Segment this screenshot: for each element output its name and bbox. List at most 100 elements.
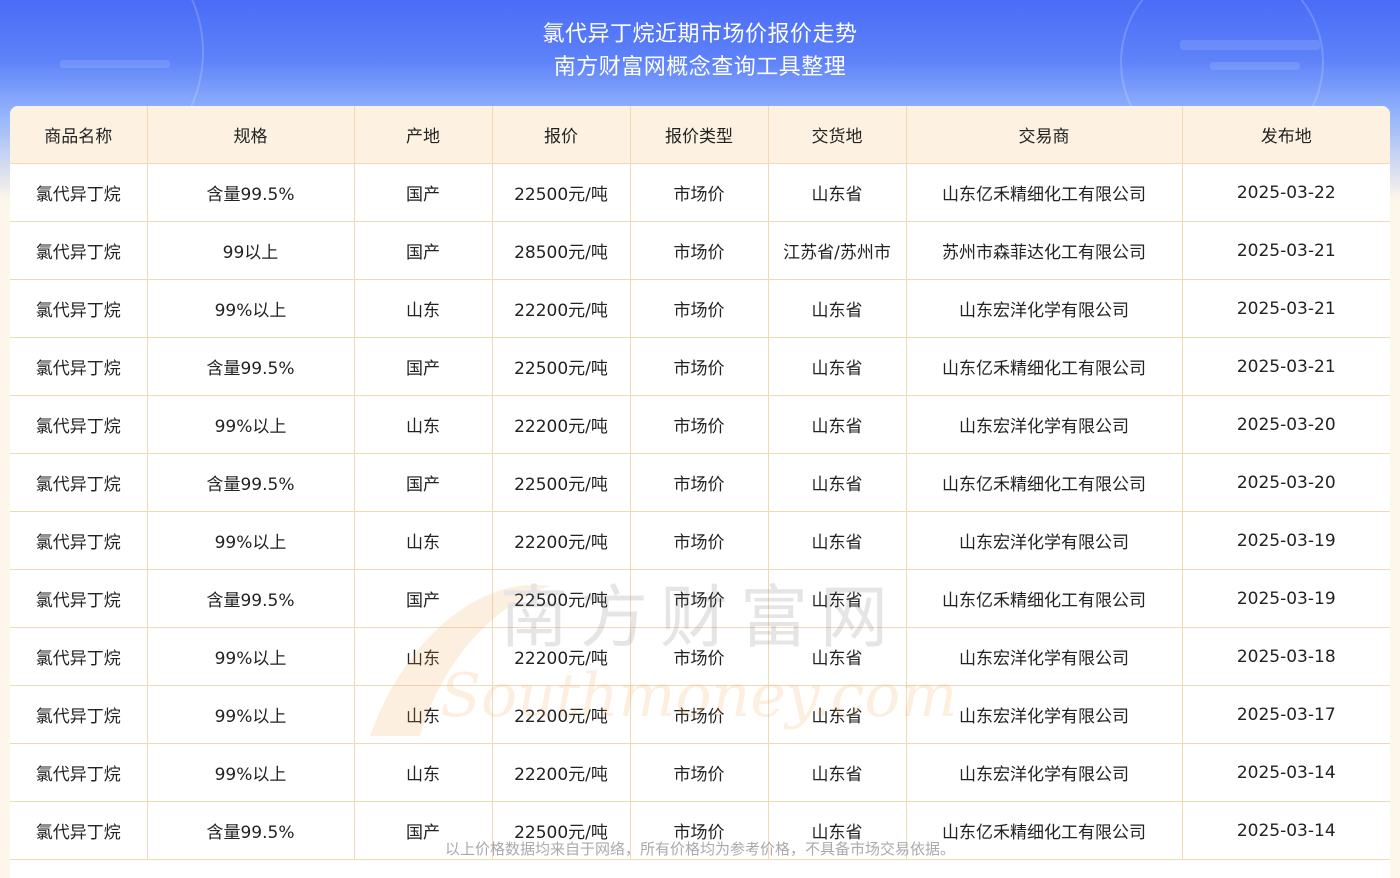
table-cell: 氯代异丁烷 [10,337,148,396]
table-cell: 山东宏洋化学有限公司 [906,511,1183,570]
table-cell: 山东亿禾精细化工有限公司 [906,569,1183,628]
table-cell: 国产 [354,163,493,222]
table-cell: 99%以上 [147,685,355,744]
table-cell: 99%以上 [147,511,355,570]
table-cell: 山东省 [768,743,907,802]
page-title: 氯代异丁烷近期市场价报价走势 [542,22,858,47]
table-cell: 氯代异丁烷 [10,511,148,570]
table-row: 氯代异丁烷 含量99.5% 国产 22500元/吨 市场价 山东省 山东亿禾精细化工有限公司… [10,453,1390,512]
table-cell: 市场价 [630,627,769,686]
table-cell: 市场价 [630,221,769,280]
column-header: 交易商 [906,106,1183,164]
table-cell: 2025-03-19 [1182,511,1390,570]
table-body: 氯代异丁烷 含量99.5% 国产 22500元/吨 市场价 山东省 山东亿禾精细化工有限公司… [10,163,1390,860]
table-cell: 国产 [354,569,493,628]
table-row: 氯代异丁烷 99%以上 山东 22200元/吨 市场价 山东省 山东宏洋化学有限公司 2025… [10,743,1390,802]
table-cell: 22500元/吨 [492,163,631,222]
table-cell: 2025-03-20 [1182,395,1390,454]
table-cell: 22200元/吨 [492,627,631,686]
table-cell: 山东亿禾精细化工有限公司 [906,163,1183,222]
table-cell: 22500元/吨 [492,569,631,628]
column-header: 规格 [147,106,355,164]
table-cell: 苏州市森菲达化工有限公司 [906,221,1183,280]
page-title-block: 氯代异丁烷近期市场价报价走势 南方财富网概念查询工具整理 [0,18,1400,84]
table-cell: 氯代异丁烷 [10,685,148,744]
table-cell: 江苏省/苏州市 [768,221,907,280]
table-cell: 2025-03-21 [1182,279,1390,338]
table-cell: 22200元/吨 [492,685,631,744]
table-cell: 市场价 [630,395,769,454]
table-cell: 山东省 [768,395,907,454]
table-cell: 2025-03-18 [1182,627,1390,686]
table-cell: 山东宏洋化学有限公司 [906,279,1183,338]
table-cell: 山东省 [768,511,907,570]
table-cell: 山东宏洋化学有限公司 [906,395,1183,454]
table-row: 氯代异丁烷 含量99.5% 国产 22500元/吨 市场价 山东省 山东亿禾精细化工有限公司… [10,163,1390,222]
table-row: 氯代异丁烷 99%以上 山东 22200元/吨 市场价 山东省 山东宏洋化学有限公司 2025… [10,395,1390,454]
table-cell: 市场价 [630,163,769,222]
column-header: 产地 [354,106,493,164]
table-cell: 氯代异丁烷 [10,163,148,222]
table-cell: 28500元/吨 [492,221,631,280]
table-cell: 2025-03-21 [1182,337,1390,396]
table-cell: 氯代异丁烷 [10,627,148,686]
table-cell: 市场价 [630,569,769,628]
table-cell: 氯代异丁烷 [10,743,148,802]
column-header: 商品名称 [10,106,148,164]
table-cell: 99%以上 [147,743,355,802]
table-cell: 山东宏洋化学有限公司 [906,685,1183,744]
table-cell: 99%以上 [147,627,355,686]
table-cell: 氯代异丁烷 [10,453,148,512]
table-cell: 山东省 [768,627,907,686]
table-cell: 山东省 [768,163,907,222]
table-header-row: 商品名称 规格 产地 报价 报价类型 交货地 交易商 发布地 [10,106,1390,164]
table-cell: 22200元/吨 [492,511,631,570]
table-cell: 山东宏洋化学有限公司 [906,743,1183,802]
table-cell: 市场价 [630,743,769,802]
column-header: 发布地 [1182,106,1390,164]
table-cell: 山东 [354,685,493,744]
table-cell: 2025-03-14 [1182,743,1390,802]
table-cell: 2025-03-21 [1182,221,1390,280]
table-row: 氯代异丁烷 99%以上 山东 22200元/吨 市场价 山东省 山东宏洋化学有限公司 2025… [10,511,1390,570]
table-cell: 99%以上 [147,395,355,454]
table-cell: 2025-03-17 [1182,685,1390,744]
table-cell: 氯代异丁烷 [10,221,148,280]
table-cell: 山东 [354,395,493,454]
table-cell: 99以上 [147,221,355,280]
table-cell: 山东省 [768,453,907,512]
table-row: 氯代异丁烷 99以上 国产 28500元/吨 市场价 江苏省/苏州市 苏州市森菲达化工有限公… [10,221,1390,280]
table-cell: 2025-03-20 [1182,453,1390,512]
table-cell: 22200元/吨 [492,279,631,338]
table-row: 氯代异丁烷 99%以上 山东 22200元/吨 市场价 山东省 山东宏洋化学有限公司 2025… [10,627,1390,686]
table-cell: 市场价 [630,511,769,570]
table-cell: 市场价 [630,337,769,396]
table-cell: 22500元/吨 [492,453,631,512]
table-cell: 山东宏洋化学有限公司 [906,627,1183,686]
table-cell: 市场价 [630,453,769,512]
table-cell: 含量99.5% [147,337,355,396]
table-cell: 含量99.5% [147,163,355,222]
table-cell: 山东省 [768,279,907,338]
table-cell: 2025-03-22 [1182,163,1390,222]
table-cell: 22500元/吨 [492,337,631,396]
table-cell: 山东 [354,627,493,686]
table-cell: 山东省 [768,685,907,744]
table-cell: 含量99.5% [147,453,355,512]
table-cell: 山东 [354,743,493,802]
table-cell: 22200元/吨 [492,395,631,454]
table-cell: 市场价 [630,685,769,744]
table-cell: 山东 [354,511,493,570]
price-table: 商品名称 规格 产地 报价 报价类型 交货地 交易商 发布地 氯代异丁烷 含量99.5% 国产 22… [10,106,1390,860]
table-cell: 国产 [354,337,493,396]
table-row: 氯代异丁烷 含量99.5% 国产 22500元/吨 市场价 山东省 山东亿禾精细化工有限公司… [10,337,1390,396]
table-row: 氯代异丁烷 含量99.5% 国产 22500元/吨 市场价 山东省 山东亿禾精细化工有限公司… [10,569,1390,628]
table-cell: 22200元/吨 [492,743,631,802]
table-cell: 山东省 [768,569,907,628]
column-header: 报价类型 [630,106,769,164]
price-table-card: 商品名称 规格 产地 报价 报价类型 交货地 交易商 发布地 氯代异丁烷 含量99.5% 国产 22… [10,106,1390,878]
table-cell: 含量99.5% [147,569,355,628]
table-cell: 氯代异丁烷 [10,395,148,454]
table-row: 氯代异丁烷 99%以上 山东 22200元/吨 市场价 山东省 山东宏洋化学有限公司 2025… [10,279,1390,338]
table-cell: 山东亿禾精细化工有限公司 [906,453,1183,512]
